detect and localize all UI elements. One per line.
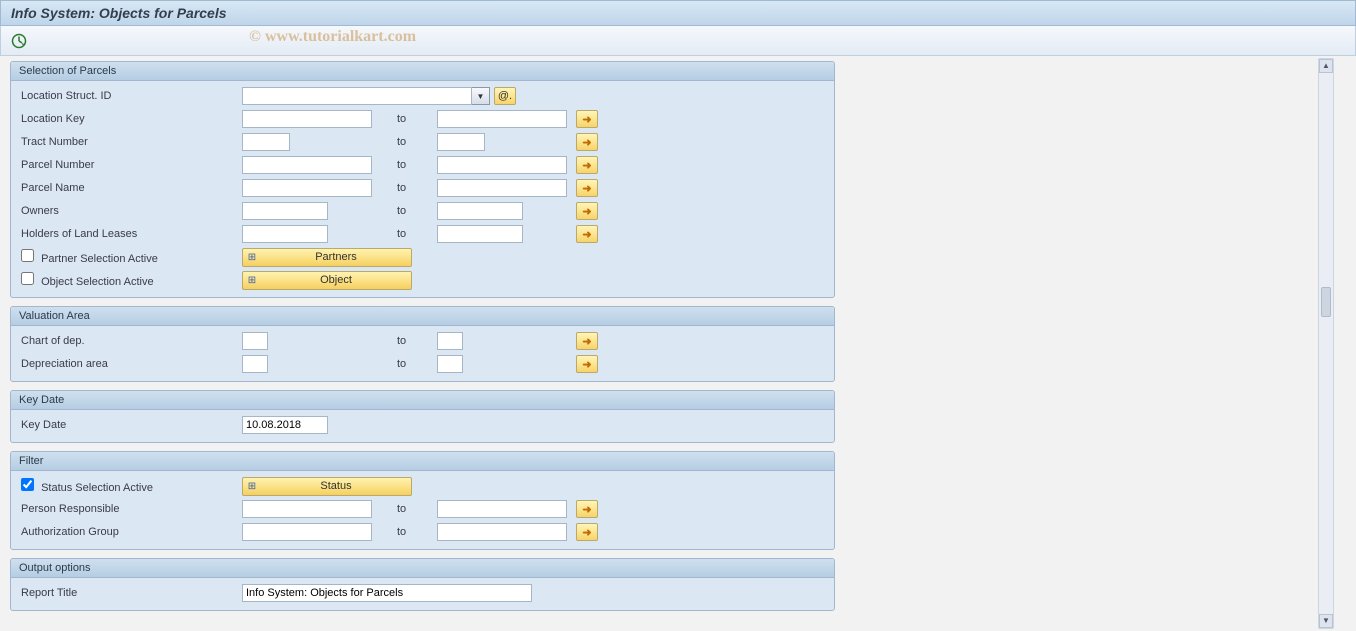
parcel-name-to-input[interactable] bbox=[437, 179, 567, 197]
auth-group-multiselect-button[interactable]: ➜ bbox=[576, 523, 598, 541]
group-key-date: Key Date Key Date bbox=[10, 390, 835, 443]
status-button[interactable]: ⊞ Status bbox=[242, 477, 412, 496]
label-to-location-key: to bbox=[397, 113, 437, 125]
partners-button[interactable]: ⊞ Partners bbox=[242, 248, 412, 267]
main-selection-area: Selection of Parcels Location Struct. ID… bbox=[0, 56, 845, 631]
group-header-filter: Filter bbox=[11, 452, 834, 471]
execute-icon[interactable] bbox=[11, 33, 27, 49]
label-status-selection: Status Selection Active bbox=[17, 478, 242, 494]
holders-to-input[interactable] bbox=[437, 225, 523, 243]
partners-button-label: Partners bbox=[261, 251, 411, 263]
holders-multiselect-button[interactable]: ➜ bbox=[576, 225, 598, 243]
label-report-title: Report Title bbox=[17, 587, 242, 599]
group-filter: Filter Status Selection Active ⊞ Status … bbox=[10, 451, 835, 550]
status-selection-checkbox[interactable] bbox=[21, 478, 34, 491]
label-holders: Holders of Land Leases bbox=[17, 228, 242, 240]
key-date-input[interactable] bbox=[242, 416, 328, 434]
auth-group-to-input[interactable] bbox=[437, 523, 567, 541]
label-location-key: Location Key bbox=[17, 113, 242, 125]
label-to-parcel-name: to bbox=[397, 182, 437, 194]
label-chart-of-dep: Chart of dep. bbox=[17, 335, 242, 347]
chart-of-dep-from-input[interactable] bbox=[242, 332, 268, 350]
chart-of-dep-to-input[interactable] bbox=[437, 332, 463, 350]
partner-selection-label: Partner Selection Active bbox=[41, 253, 158, 265]
scroll-grip[interactable] bbox=[1321, 287, 1331, 317]
group-header-parcels: Selection of Parcels bbox=[11, 62, 834, 81]
label-parcel-number: Parcel Number bbox=[17, 159, 242, 171]
parcel-name-multiselect-button[interactable]: ➜ bbox=[576, 179, 598, 197]
label-owners: Owners bbox=[17, 205, 242, 217]
owners-from-input[interactable] bbox=[242, 202, 328, 220]
dep-area-from-input[interactable] bbox=[242, 355, 268, 373]
dep-area-multiselect-button[interactable]: ➜ bbox=[576, 355, 598, 373]
label-object-selection: Object Selection Active bbox=[17, 272, 242, 288]
report-title-input[interactable] bbox=[242, 584, 532, 602]
vertical-scrollbar[interactable]: ▲ ▼ bbox=[1318, 58, 1334, 629]
scroll-up-button[interactable]: ▲ bbox=[1319, 59, 1333, 73]
parcel-number-from-input[interactable] bbox=[242, 156, 372, 174]
holders-from-input[interactable] bbox=[242, 225, 328, 243]
label-person-responsible: Person Responsible bbox=[17, 503, 242, 515]
tract-number-from-input[interactable] bbox=[242, 133, 290, 151]
label-to-person: to bbox=[397, 503, 437, 515]
page-title: Info System: Objects for Parcels bbox=[11, 5, 227, 21]
person-multiselect-button[interactable]: ➜ bbox=[576, 500, 598, 518]
label-to-auth-group: to bbox=[397, 526, 437, 538]
watermark-text: © www.tutorialkart.com bbox=[249, 28, 416, 46]
partner-selection-checkbox[interactable] bbox=[21, 249, 34, 262]
label-key-date: Key Date bbox=[17, 419, 242, 431]
label-auth-group: Authorization Group bbox=[17, 526, 242, 538]
label-dep-area: Depreciation area bbox=[17, 358, 242, 370]
location-struct-id-dropdown-icon[interactable]: ▼ bbox=[472, 87, 490, 105]
object-selection-label: Object Selection Active bbox=[41, 276, 154, 288]
label-to-chart-of-dep: to bbox=[397, 335, 437, 347]
label-location-struct-id: Location Struct. ID bbox=[17, 90, 242, 102]
parcel-name-from-input[interactable] bbox=[242, 179, 372, 197]
location-key-to-input[interactable] bbox=[437, 110, 567, 128]
object-button-label: Object bbox=[261, 274, 411, 286]
label-partner-selection: Partner Selection Active bbox=[17, 249, 242, 265]
group-header-valuation: Valuation Area bbox=[11, 307, 834, 326]
group-valuation-area: Valuation Area Chart of dep. to ➜ Deprec… bbox=[10, 306, 835, 382]
location-key-from-input[interactable] bbox=[242, 110, 372, 128]
expand-icon: ⊞ bbox=[243, 275, 261, 286]
group-output-options: Output options Report Title bbox=[10, 558, 835, 611]
chart-of-dep-multiselect-button[interactable]: ➜ bbox=[576, 332, 598, 350]
person-to-input[interactable] bbox=[437, 500, 567, 518]
parcel-number-multiselect-button[interactable]: ➜ bbox=[576, 156, 598, 174]
scroll-down-button[interactable]: ▼ bbox=[1319, 614, 1333, 628]
page-title-bar: Info System: Objects for Parcels bbox=[0, 0, 1356, 26]
variant-button-label: @. bbox=[498, 90, 512, 102]
label-to-dep-area: to bbox=[397, 358, 437, 370]
tract-number-to-input[interactable] bbox=[437, 133, 485, 151]
expand-icon: ⊞ bbox=[243, 252, 261, 263]
parcel-number-to-input[interactable] bbox=[437, 156, 567, 174]
group-header-keydate: Key Date bbox=[11, 391, 834, 410]
object-selection-checkbox[interactable] bbox=[21, 272, 34, 285]
right-empty-area: ▲ ▼ bbox=[845, 56, 1356, 631]
status-button-label: Status bbox=[261, 480, 411, 492]
tract-number-multiselect-button[interactable]: ➜ bbox=[576, 133, 598, 151]
location-struct-id-input[interactable] bbox=[242, 87, 472, 105]
variant-button[interactable]: @. bbox=[494, 87, 516, 105]
label-to-holders: to bbox=[397, 228, 437, 240]
owners-to-input[interactable] bbox=[437, 202, 523, 220]
label-to-tract-number: to bbox=[397, 136, 437, 148]
person-from-input[interactable] bbox=[242, 500, 372, 518]
status-selection-label: Status Selection Active bbox=[41, 482, 153, 494]
label-tract-number: Tract Number bbox=[17, 136, 242, 148]
auth-group-from-input[interactable] bbox=[242, 523, 372, 541]
group-header-output: Output options bbox=[11, 559, 834, 578]
owners-multiselect-button[interactable]: ➜ bbox=[576, 202, 598, 220]
dep-area-to-input[interactable] bbox=[437, 355, 463, 373]
application-toolbar: © www.tutorialkart.com bbox=[0, 26, 1356, 56]
group-selection-of-parcels: Selection of Parcels Location Struct. ID… bbox=[10, 61, 835, 298]
label-to-parcel-number: to bbox=[397, 159, 437, 171]
label-to-owners: to bbox=[397, 205, 437, 217]
label-parcel-name: Parcel Name bbox=[17, 182, 242, 194]
object-button[interactable]: ⊞ Object bbox=[242, 271, 412, 290]
location-key-multiselect-button[interactable]: ➜ bbox=[576, 110, 598, 128]
expand-icon: ⊞ bbox=[243, 481, 261, 492]
